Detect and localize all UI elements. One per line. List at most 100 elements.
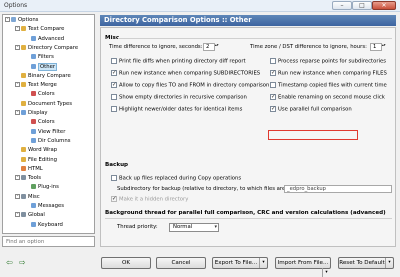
ok-button[interactable]: OK xyxy=(101,257,151,269)
checkbox-box[interactable]: ✓ xyxy=(111,70,117,76)
tree-item[interactable]: Keyboard xyxy=(25,221,63,229)
folder-icon xyxy=(31,35,36,41)
tree-item[interactable]: - Global xyxy=(15,212,45,219)
tree-item-label: File Editing xyxy=(28,156,57,163)
reset-button[interactable]: Reset To Default ▾ xyxy=(338,257,394,269)
export-button[interactable]: Export To File... ▾ xyxy=(212,257,268,269)
misc-left-checkbox[interactable]: ✓ Allow to copy files TO and FROM in dire… xyxy=(111,82,269,90)
chevron-down-icon: ▾ xyxy=(322,268,330,277)
title-bar: Options – □ ✕ xyxy=(0,0,400,12)
misc-left-checkbox[interactable]: ✓ Run new instance when comparing SUBDIRE… xyxy=(111,70,260,78)
tree-item[interactable]: - Tools xyxy=(15,175,41,182)
folder-icon xyxy=(31,221,36,227)
hidden-dir-checkbox[interactable]: ✓ Make it a hidden directory xyxy=(111,196,188,204)
tree-item[interactable]: - Directory Compare xyxy=(15,44,78,52)
folder-icon xyxy=(31,54,36,60)
collapse-icon[interactable]: - xyxy=(15,175,20,181)
page-title: Directory Comparison Options :: Other xyxy=(100,15,396,26)
tree-item[interactable]: Plug-ins xyxy=(25,184,59,191)
collapse-icon[interactable]: - xyxy=(15,193,20,199)
folder-icon xyxy=(31,91,36,97)
checkbox-box[interactable]: ✓ xyxy=(111,196,117,202)
misc-left-checkbox[interactable]: Show empty directories in recursive comp… xyxy=(111,94,247,102)
close-button[interactable]: ✕ xyxy=(372,1,396,10)
tree-item[interactable]: Word Wrap xyxy=(15,147,57,154)
tree-item[interactable]: - Text Merge xyxy=(15,82,57,89)
tree-item[interactable]: Binary Compare xyxy=(15,72,71,80)
checkbox-label: Print file diffs when printing directory… xyxy=(119,58,246,65)
find-option-box[interactable] xyxy=(2,236,95,247)
tree-item-label: Filters xyxy=(38,54,54,61)
time-diff-spinner[interactable]: 2 xyxy=(203,43,220,51)
misc-left-checkbox[interactable]: Print file diffs when printing directory… xyxy=(111,58,246,66)
tree-item[interactable]: - Display xyxy=(15,110,48,117)
folder-icon xyxy=(21,147,26,153)
collapse-icon[interactable]: - xyxy=(15,44,20,50)
collapse-icon[interactable]: - xyxy=(15,212,20,218)
checkbox-label: Timestamp copied files with current time xyxy=(278,82,387,89)
folder-icon xyxy=(21,156,26,162)
tree-item[interactable]: Messages xyxy=(25,203,64,210)
misc-right-checkbox[interactable]: ✓ Enable renaming on second mouse click xyxy=(270,94,385,102)
backup-files-checkbox[interactable]: Back up files replaced during Copy opera… xyxy=(111,175,241,183)
collapse-icon[interactable]: - xyxy=(15,110,20,115)
tree-item[interactable]: - Misc xyxy=(15,193,40,201)
collapse-icon[interactable]: - xyxy=(15,26,20,32)
tree-item[interactable]: View Filter xyxy=(25,128,65,136)
import-button[interactable]: Import From File... ▾ xyxy=(275,257,331,277)
misc-right-checkbox[interactable]: ✓ Run new instance when comparing FILES xyxy=(270,70,387,78)
folder-icon xyxy=(21,212,26,218)
left-arrow-icon[interactable]: ⇦ xyxy=(6,259,13,267)
collapse-icon[interactable]: - xyxy=(15,82,20,88)
checkbox-box[interactable]: ✓ xyxy=(270,70,276,76)
reset-label: Reset To Default xyxy=(339,260,385,266)
misc-right-checkbox[interactable]: Timestamp copied files with current time xyxy=(270,82,387,90)
folder-icon xyxy=(31,119,36,125)
tree-item[interactable]: Colors xyxy=(25,91,55,98)
tree-item-label: Document Types xyxy=(28,100,73,107)
folder-icon xyxy=(11,17,16,22)
folder-icon xyxy=(31,184,36,190)
checkbox-label: Run new instance when comparing FILES xyxy=(278,70,387,77)
folder-icon xyxy=(31,137,36,143)
minimize-button[interactable]: – xyxy=(332,1,352,10)
tree-item[interactable]: Filters xyxy=(25,54,54,61)
cancel-button[interactable]: Cancel xyxy=(156,257,206,269)
folder-icon xyxy=(21,72,26,78)
options-tree[interactable]: - Options - Text Compare Advanced - Directory … xyxy=(2,14,95,234)
checkbox-box[interactable] xyxy=(111,175,117,181)
collapse-icon[interactable]: - xyxy=(5,17,10,22)
tree-item[interactable]: Dir Columns xyxy=(25,137,70,145)
tree-item[interactable]: Document Types xyxy=(15,100,73,108)
tz-diff-spinner[interactable]: 1 xyxy=(370,43,387,51)
checkbox-box[interactable]: ✓ xyxy=(111,82,117,88)
tree-item[interactable]: Colors xyxy=(25,119,55,126)
find-option-input[interactable] xyxy=(3,237,94,246)
misc-right-checkbox[interactable]: Process reparse points for subdirectorie… xyxy=(270,58,386,66)
thread-priority-select[interactable]: Normal ▾ xyxy=(169,223,219,232)
misc-right-checkbox[interactable]: ✓ Use parallel full comparison xyxy=(270,106,352,114)
misc-left-checkbox[interactable]: Highlight newer/older dates for identica… xyxy=(111,106,242,114)
backup-subdir-label: Subdirectory for backup (relative to dir… xyxy=(117,186,309,192)
checkbox-label: Allow to copy files TO and FROM in direc… xyxy=(119,82,270,89)
thread-priority-value: Normal xyxy=(173,224,193,230)
checkbox-box[interactable]: ✓ xyxy=(270,106,276,112)
thread-priority-label: Thread priority: xyxy=(117,224,158,230)
misc-divider xyxy=(118,38,392,39)
checkbox-box[interactable] xyxy=(111,94,117,100)
tree-item[interactable]: - Options xyxy=(5,17,38,24)
tree-item[interactable]: HTML xyxy=(15,165,43,173)
chevron-down-icon: ▾ xyxy=(385,258,393,268)
checkbox-box[interactable] xyxy=(111,58,117,64)
checkbox-box[interactable] xyxy=(270,82,276,88)
maximize-button[interactable]: □ xyxy=(352,1,372,10)
backup-subdir-field[interactable]: _edpro_backup xyxy=(284,185,392,193)
tree-item[interactable]: Other xyxy=(25,62,58,71)
checkbox-box[interactable] xyxy=(270,58,276,64)
tree-item[interactable]: - Text Compare xyxy=(15,26,64,33)
right-arrow-icon[interactable]: ⇨ xyxy=(19,259,26,267)
checkbox-box[interactable] xyxy=(111,106,117,112)
checkbox-box[interactable]: ✓ xyxy=(270,94,276,100)
tree-item[interactable]: Advanced xyxy=(25,35,64,43)
tree-item[interactable]: File Editing xyxy=(15,156,57,164)
